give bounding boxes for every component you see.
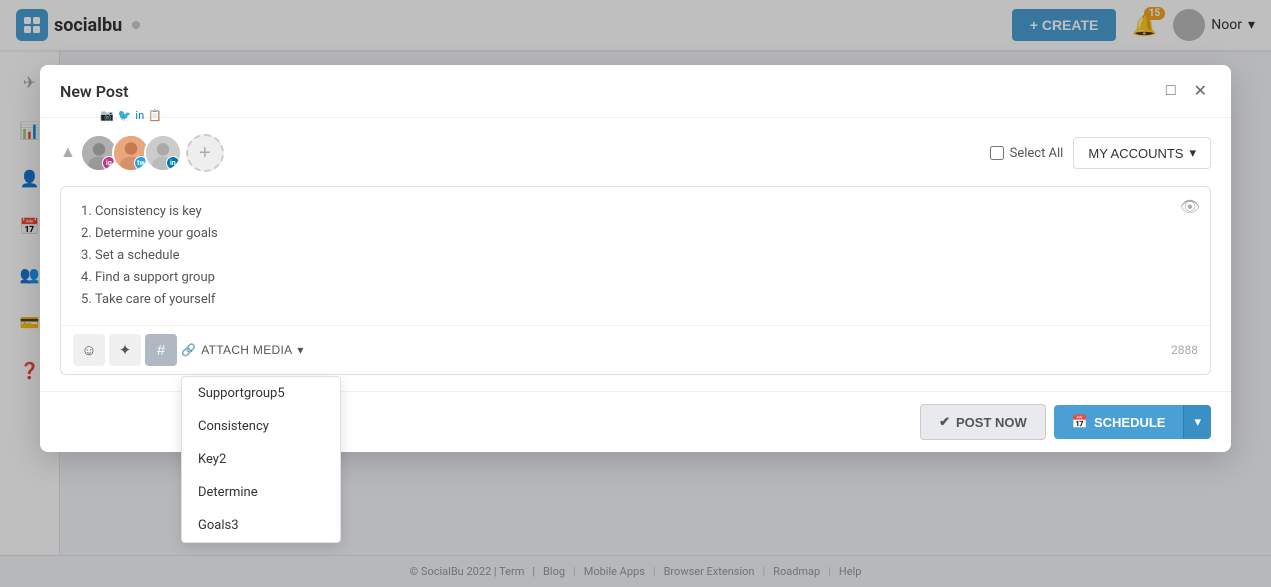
accounts-up-button[interactable]: ▲: [60, 144, 76, 162]
schedule-calendar-icon: 📅: [1072, 414, 1088, 430]
post-now-label: POST NOW: [956, 415, 1027, 430]
attach-link-icon: 🔗: [181, 343, 196, 357]
new-post-modal: New Post □ ✕ ▲ ig: [40, 65, 1231, 452]
hashtag-item-3[interactable]: Key2: [182, 443, 340, 476]
hashtag-item-2[interactable]: Consistency: [182, 410, 340, 443]
hashtag-item-1[interactable]: Supportgroup5: [182, 377, 340, 410]
select-all-checkbox[interactable]: [990, 146, 1004, 160]
schedule-dropdown-button[interactable]: ▾: [1183, 405, 1211, 439]
attach-media-button[interactable]: 🔗 ATTACH MEDIA ▾: [181, 343, 304, 357]
hashtag-item-4[interactable]: Determine: [182, 476, 340, 509]
post-line-2: Determine your goals: [95, 223, 1196, 245]
post-line-3: Set a schedule: [95, 245, 1196, 267]
post-content[interactable]: Consistency is key Determine your goals …: [61, 187, 1210, 325]
account-avatars: ▲ ig tw: [60, 134, 224, 172]
attach-media-arrow: ▾: [297, 343, 303, 357]
modal-title: New Post: [60, 82, 129, 101]
account-avatar-3[interactable]: in: [144, 134, 182, 172]
post-line-4: Find a support group: [95, 267, 1196, 289]
char-count: 2888: [1171, 343, 1198, 357]
modal-body: ▲ ig tw: [40, 118, 1231, 391]
eye-icon[interactable]: 👁: [1180, 197, 1200, 216]
select-all-label: Select All: [1010, 146, 1064, 161]
toolbar-left: ☺ ✦ # 🔗 ATTACH MEDIA ▾: [73, 334, 304, 366]
post-now-check-icon: ✔: [939, 414, 950, 430]
post-line-5: Take care of yourself: [95, 289, 1196, 311]
attach-media-label: ATTACH MEDIA: [201, 343, 292, 357]
post-line-1: Consistency is key: [95, 201, 1196, 223]
post-textarea-wrap: Consistency is key Determine your goals …: [60, 186, 1211, 375]
modal-header: New Post □ ✕: [40, 65, 1231, 118]
ai-button[interactable]: ✦: [109, 334, 141, 366]
emoji-button[interactable]: ☺: [73, 334, 105, 366]
my-accounts-button[interactable]: MY ACCOUNTS ▾: [1073, 137, 1211, 169]
hashtag-item-5[interactable]: Goals3: [182, 509, 340, 542]
schedule-button[interactable]: 📅 SCHEDULE: [1054, 405, 1184, 439]
hashtag-dropdown: Supportgroup5 Consistency Key2 Determine…: [181, 376, 341, 543]
hashtag-button[interactable]: #: [145, 334, 177, 366]
schedule-label: SCHEDULE: [1094, 415, 1166, 430]
minimize-button[interactable]: □: [1162, 80, 1180, 102]
account-row: ▲ ig tw: [60, 134, 1211, 172]
select-all-wrap: Select All: [990, 146, 1064, 161]
account-badge-linkedin: in: [166, 156, 180, 170]
add-account-button[interactable]: +: [186, 134, 224, 172]
modal-controls: □ ✕: [1162, 79, 1211, 103]
post-now-button[interactable]: ✔ POST NOW: [920, 404, 1046, 440]
close-button[interactable]: ✕: [1190, 79, 1211, 103]
schedule-button-group: 📅 SCHEDULE ▾: [1054, 405, 1211, 439]
post-toolbar: ☺ ✦ # 🔗 ATTACH MEDIA ▾ 2888: [61, 325, 1210, 374]
account-right: Select All MY ACCOUNTS ▾: [990, 137, 1211, 169]
